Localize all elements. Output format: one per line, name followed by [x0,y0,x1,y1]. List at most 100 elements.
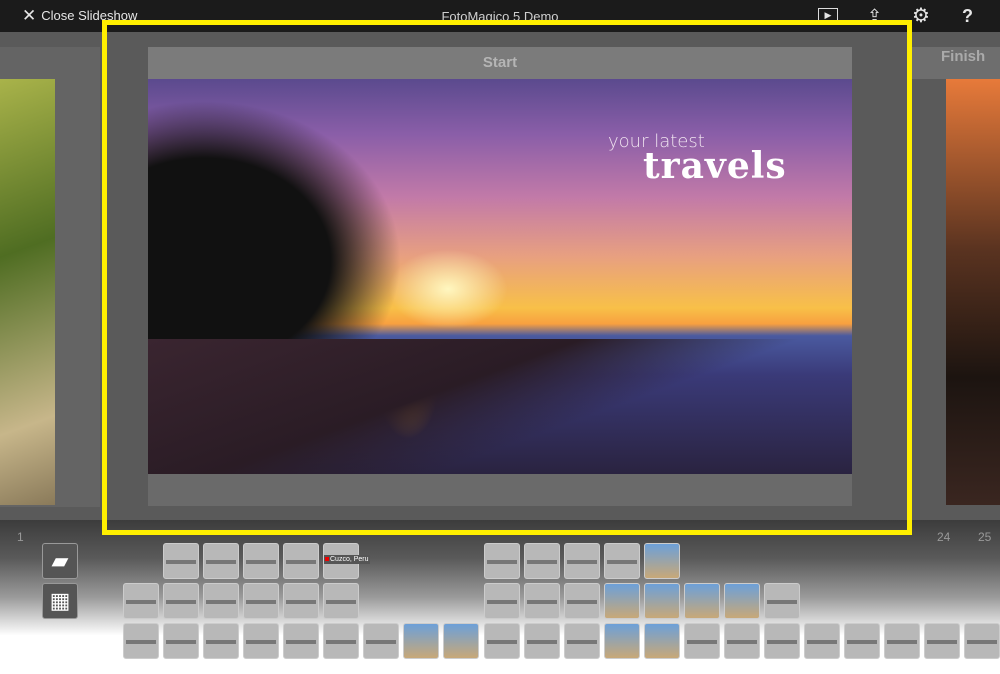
timeline-thumbnail[interactable] [924,623,960,659]
next-slide-label: Finish [941,48,986,65]
timeline-thumbnail[interactable] [203,583,239,619]
help-icon[interactable]: ? [962,6,973,26]
thumbnail-title-bar [246,640,276,644]
timeline-thumbnail[interactable] [163,583,199,619]
next-slide[interactable] [946,79,1000,505]
timeline-thumbnail[interactable] [644,583,680,619]
thumbnail-title-bar [166,600,196,604]
timeline-thumbnail[interactable] [243,543,279,579]
top-toolbar: ✕ Close Slideshow FotoMagico 5 Demo ▶ ⇪ ⚙… [0,0,1000,32]
timeline: 1 24 25 ▰ ▦ Cuzco, Peru [0,520,1000,674]
thumbnail-title-bar [286,560,316,564]
thumbnail-title-bar [607,560,637,564]
thumbnail-title-bar [767,600,797,604]
timeline-thumbnail[interactable] [964,623,1000,659]
thumbnail-title-bar [206,600,236,604]
timeline-thumbnail[interactable] [724,623,760,659]
timeline-thumbnail[interactable] [724,583,760,619]
slide-title: Start [148,47,852,79]
thumbnail-title-bar [366,640,396,644]
thumbnail-title-bar [927,640,957,644]
slide-photo: your latest travels [148,79,852,474]
thumbnail-title-bar [286,600,316,604]
timeline-thumbnail[interactable] [684,623,720,659]
timeline-thumbnail[interactable] [403,623,439,659]
thumbnail-title-bar [567,600,597,604]
timeline-thumbnail[interactable] [644,623,680,659]
timeline-thumbnail[interactable] [163,623,199,659]
thumbnail-title-bar [967,640,997,644]
timeline-thumbnail[interactable] [604,543,640,579]
timeline-thumbnail[interactable] [844,623,880,659]
timeline-thumbnail[interactable] [564,583,600,619]
previous-slide[interactable] [0,79,55,505]
thumbnail-title-bar [166,640,196,644]
timeline-thumbnail[interactable] [323,583,359,619]
thumbnail-title-bar [527,600,557,604]
thumbnail-title-bar [166,560,196,564]
timeline-thumbnail[interactable] [203,623,239,659]
thumbnail-title-bar [527,560,557,564]
timeline-thumbnail[interactable] [123,623,159,659]
timeline-thumbnail[interactable] [243,623,279,659]
timeline-thumbnail[interactable] [684,583,720,619]
timeline-thumbnail[interactable] [484,583,520,619]
thumbnail-title-bar [487,600,517,604]
thumbnail-title-bar [487,640,517,644]
thumbnail-title-bar [326,600,356,604]
film-icon[interactable]: ▦ [42,583,78,619]
timeline-thumbnail[interactable] [323,623,359,659]
slide-number: 1 [17,530,24,544]
thumbnail-title-bar [807,640,837,644]
thumbnail-title-bar [206,560,236,564]
timeline-thumbnail[interactable] [484,543,520,579]
current-slide[interactable]: Start your latest travels [148,47,852,506]
slide-number: 24 [937,530,951,544]
timeline-thumbnail[interactable] [443,623,479,659]
thumbnail-title-bar [206,640,236,644]
thumbnail-title-bar [567,560,597,564]
thumbnail-title-bar [126,640,156,644]
caption-line-2: travels [643,145,787,187]
timeline-thumbnail[interactable] [524,543,560,579]
thumbnail-title-bar [326,640,356,644]
beach [148,339,852,474]
timeline-thumbnail[interactable] [283,623,319,659]
thumbnail-title-bar [887,640,917,644]
timeline-thumbnail[interactable] [123,583,159,619]
palm-trees [148,79,428,339]
slide-stage: Finish Start your latest travels [0,32,1000,520]
timeline-thumbnail[interactable] [804,623,840,659]
timeline-thumbnail[interactable] [363,623,399,659]
timeline-thumbnail[interactable] [524,583,560,619]
timeline-thumbnail[interactable] [884,623,920,659]
share-icon[interactable]: ⇪ [867,6,882,26]
thumbnail-title-bar [727,640,757,644]
timeline-thumbnail[interactable] [524,623,560,659]
timeline-thumbnail[interactable] [283,583,319,619]
timeline-thumbnail[interactable] [604,583,640,619]
thumbnail-title-bar [246,560,276,564]
thumbnail-title-bar [487,560,517,564]
title-label: Cuzco, Peru [324,555,370,564]
timeline-thumbnail[interactable] [283,543,319,579]
gear-icon[interactable]: ⚙ [912,6,930,26]
timeline-thumbnail[interactable] [163,543,199,579]
slide-number: 25 [978,530,992,544]
timeline-thumbnail[interactable] [564,623,600,659]
timeline-thumbnail[interactable] [484,623,520,659]
timeline-thumbnail[interactable] [564,543,600,579]
timeline-thumbnail[interactable] [644,543,680,579]
thumbnail-title-bar [687,640,717,644]
thumbnail-title-bar [847,640,877,644]
play-icon[interactable]: ▶ [818,8,838,24]
thumbnail-title-bar [527,640,557,644]
timeline-thumbnail[interactable] [203,543,239,579]
timeline-thumbnail[interactable] [764,583,800,619]
thumbnail-title-bar [126,600,156,604]
timeline-thumbnail[interactable] [243,583,279,619]
timeline-thumbnail[interactable] [604,623,640,659]
timeline-thumbnail[interactable] [764,623,800,659]
slide-icon[interactable]: ▰ [42,543,78,579]
window-title: FotoMagico 5 Demo [441,9,559,24]
